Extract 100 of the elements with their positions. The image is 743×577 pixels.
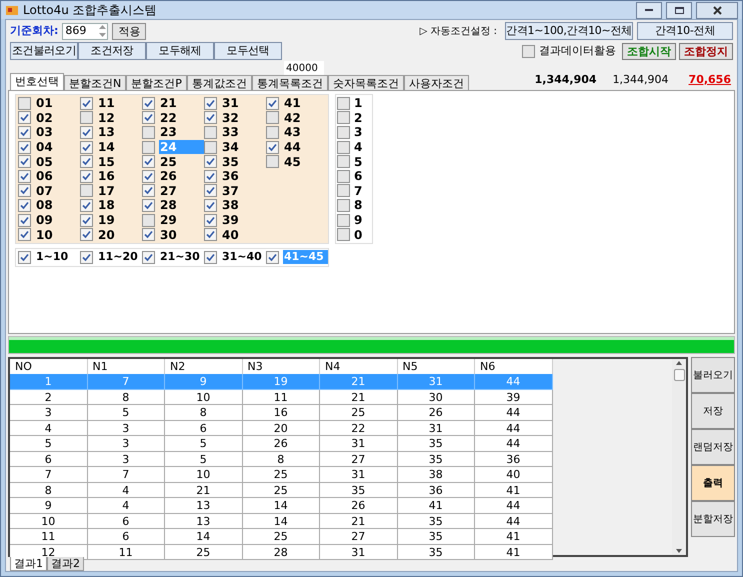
- checkbox[interactable]: [266, 140, 279, 154]
- table-row[interactable]: 11 6 14 25 27 35 41: [10, 529, 552, 544]
- table-row[interactable]: 12 11 25 28 31 35 41: [10, 544, 552, 560]
- close-button[interactable]: [696, 2, 738, 18]
- checkbox[interactable]: [337, 140, 350, 154]
- limit-field[interactable]: 40000: [284, 61, 324, 75]
- table-row[interactable]: 6 3 5 8 27 35 36: [10, 452, 552, 467]
- checkbox[interactable]: [142, 111, 155, 124]
- table-row[interactable]: 4 3 6 20 22 31 44: [10, 420, 552, 436]
- auto-condition-button[interactable]: 간격1~100,간격10~전체: [505, 22, 633, 40]
- table-row[interactable]: 8 4 21 25 35 36 41: [10, 482, 552, 498]
- checkbox[interactable]: [80, 250, 93, 264]
- condition-button[interactable]: 조건불러오기: [10, 42, 78, 60]
- checkbox[interactable]: [204, 250, 217, 264]
- checkbox[interactable]: [18, 214, 31, 227]
- scroll-thumb[interactable]: [674, 369, 684, 381]
- tab[interactable]: 분할조건N: [64, 75, 126, 90]
- checkbox[interactable]: [204, 111, 217, 124]
- condition-button[interactable]: 모두선택: [214, 42, 282, 60]
- checkbox[interactable]: [204, 184, 217, 198]
- checkbox[interactable]: [18, 96, 31, 110]
- checkbox[interactable]: [266, 111, 279, 124]
- tab[interactable]: 통계값조건: [186, 75, 252, 90]
- tab[interactable]: 분할조건P: [126, 75, 187, 90]
- minimize-button[interactable]: [636, 2, 662, 18]
- scrollbar[interactable]: [672, 359, 686, 555]
- checkbox[interactable]: [80, 111, 93, 124]
- checkbox[interactable]: [18, 228, 31, 242]
- table-row[interactable]: 5 3 5 26 31 35 44: [10, 436, 552, 452]
- checkbox[interactable]: [18, 198, 31, 212]
- condition-button[interactable]: 조건저장: [78, 42, 146, 60]
- side-button[interactable]: 출력: [691, 465, 735, 501]
- checkbox[interactable]: [204, 198, 217, 212]
- checkbox[interactable]: [80, 170, 93, 183]
- checkbox[interactable]: [142, 96, 155, 110]
- checkbox[interactable]: [142, 184, 155, 198]
- side-button[interactable]: 분할저장: [691, 501, 735, 537]
- checkbox[interactable]: [522, 44, 535, 58]
- checkbox[interactable]: [204, 214, 217, 227]
- checkbox[interactable]: [18, 126, 31, 139]
- checkbox[interactable]: [80, 155, 93, 168]
- checkbox[interactable]: [204, 126, 217, 139]
- checkbox[interactable]: [204, 96, 217, 110]
- checkbox[interactable]: [337, 96, 350, 110]
- checkbox[interactable]: [337, 198, 350, 212]
- checkbox[interactable]: [266, 250, 279, 264]
- round-spinner[interactable]: 869: [62, 22, 108, 40]
- checkbox[interactable]: [204, 228, 217, 242]
- side-button[interactable]: 랜덤저장: [691, 429, 735, 465]
- condition-button[interactable]: 모두해제: [146, 42, 214, 60]
- checkbox[interactable]: [18, 250, 31, 264]
- tab[interactable]: 숫자목록조건: [328, 75, 404, 90]
- checkbox[interactable]: [337, 111, 350, 124]
- side-button[interactable]: 불러오기: [691, 357, 735, 393]
- checkbox[interactable]: [18, 111, 31, 124]
- checkbox[interactable]: [142, 228, 155, 242]
- checkbox[interactable]: [80, 214, 93, 227]
- checkbox[interactable]: [142, 126, 155, 139]
- tab[interactable]: 통계목록조건: [252, 75, 328, 90]
- checkbox[interactable]: [142, 140, 155, 154]
- auto-condition-button[interactable]: 간격10-전체: [637, 22, 733, 40]
- checkbox[interactable]: [142, 155, 155, 168]
- checkbox[interactable]: [204, 170, 217, 183]
- stop-button[interactable]: 조합정지: [679, 42, 733, 60]
- checkbox[interactable]: [80, 198, 93, 212]
- apply-button[interactable]: 적용: [112, 22, 146, 40]
- start-button[interactable]: 조합시작: [622, 42, 676, 60]
- checkbox[interactable]: [337, 155, 350, 168]
- checkbox[interactable]: [80, 96, 93, 110]
- checkbox[interactable]: [80, 184, 93, 198]
- checkbox[interactable]: [142, 198, 155, 212]
- tab[interactable]: 결과1: [10, 557, 47, 571]
- checkbox[interactable]: [337, 126, 350, 139]
- checkbox[interactable]: [18, 155, 31, 168]
- checkbox[interactable]: [142, 170, 155, 183]
- checkbox[interactable]: [204, 155, 217, 168]
- checkbox[interactable]: [337, 214, 350, 227]
- checkbox[interactable]: [204, 140, 217, 154]
- table-row[interactable]: 9 4 13 14 26 41 44: [10, 498, 552, 514]
- tab[interactable]: 사용자조건: [404, 75, 469, 90]
- table-row[interactable]: 7 7 10 25 31 38 40: [10, 467, 552, 482]
- checkbox[interactable]: [266, 126, 279, 139]
- checkbox[interactable]: [80, 126, 93, 139]
- tab[interactable]: 번호선택: [10, 73, 64, 90]
- checkbox[interactable]: [266, 155, 279, 168]
- checkbox[interactable]: [337, 184, 350, 198]
- checkbox[interactable]: [142, 214, 155, 227]
- table-row[interactable]: 10 6 13 14 21 35 44: [10, 514, 552, 529]
- table-row[interactable]: 2 8 10 11 21 30 39: [10, 390, 552, 405]
- checkbox[interactable]: [80, 228, 93, 242]
- checkbox[interactable]: [80, 140, 93, 154]
- checkbox[interactable]: [142, 250, 155, 264]
- side-button[interactable]: 저장: [691, 393, 735, 429]
- checkbox[interactable]: [18, 170, 31, 183]
- checkbox[interactable]: [266, 96, 279, 110]
- checkbox[interactable]: [337, 170, 350, 183]
- checkbox[interactable]: [18, 184, 31, 198]
- tab[interactable]: 결과2: [47, 557, 84, 571]
- maximize-button[interactable]: [666, 2, 692, 18]
- checkbox[interactable]: [337, 228, 350, 242]
